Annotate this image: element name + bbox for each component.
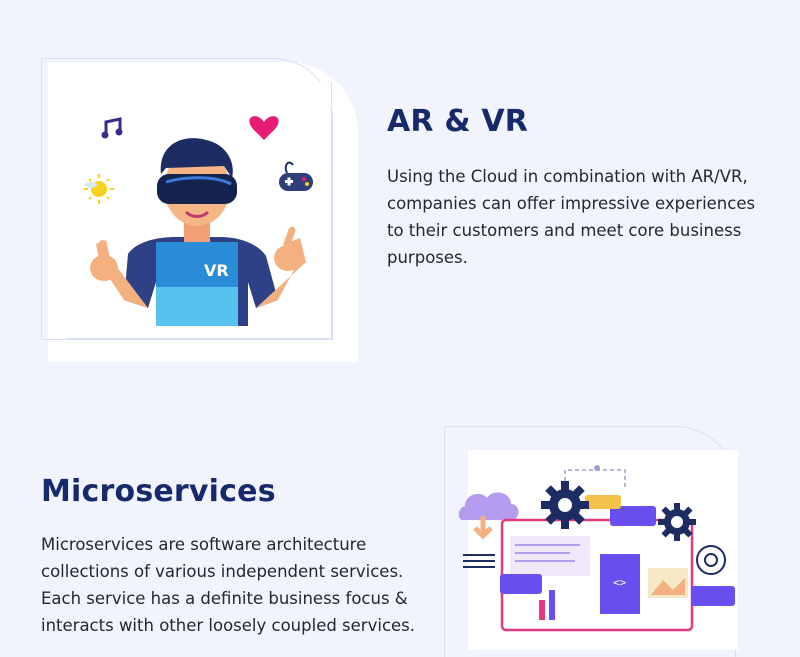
music-note-icon [101, 117, 123, 139]
microservices-illustration: <> [458, 465, 735, 632]
section-description-microservices: Microservices are software architecture … [41, 535, 416, 635]
vr-shirt-label: VR [204, 261, 229, 280]
section-title-ar-vr: AR & VR [387, 104, 529, 139]
heart-icon [249, 116, 279, 140]
gear-icon [696, 545, 726, 575]
code-icon: <> [613, 576, 627, 589]
gear-icon [658, 503, 696, 541]
sun-icon [84, 174, 114, 204]
vr-person-illustration: VR [84, 116, 313, 326]
gear-icon [541, 481, 589, 529]
gamepad-icon [279, 161, 313, 191]
section-title-microservices: Microservices [41, 474, 276, 509]
section-description-ar-vr: Using the Cloud in combination with AR/V… [387, 167, 756, 267]
